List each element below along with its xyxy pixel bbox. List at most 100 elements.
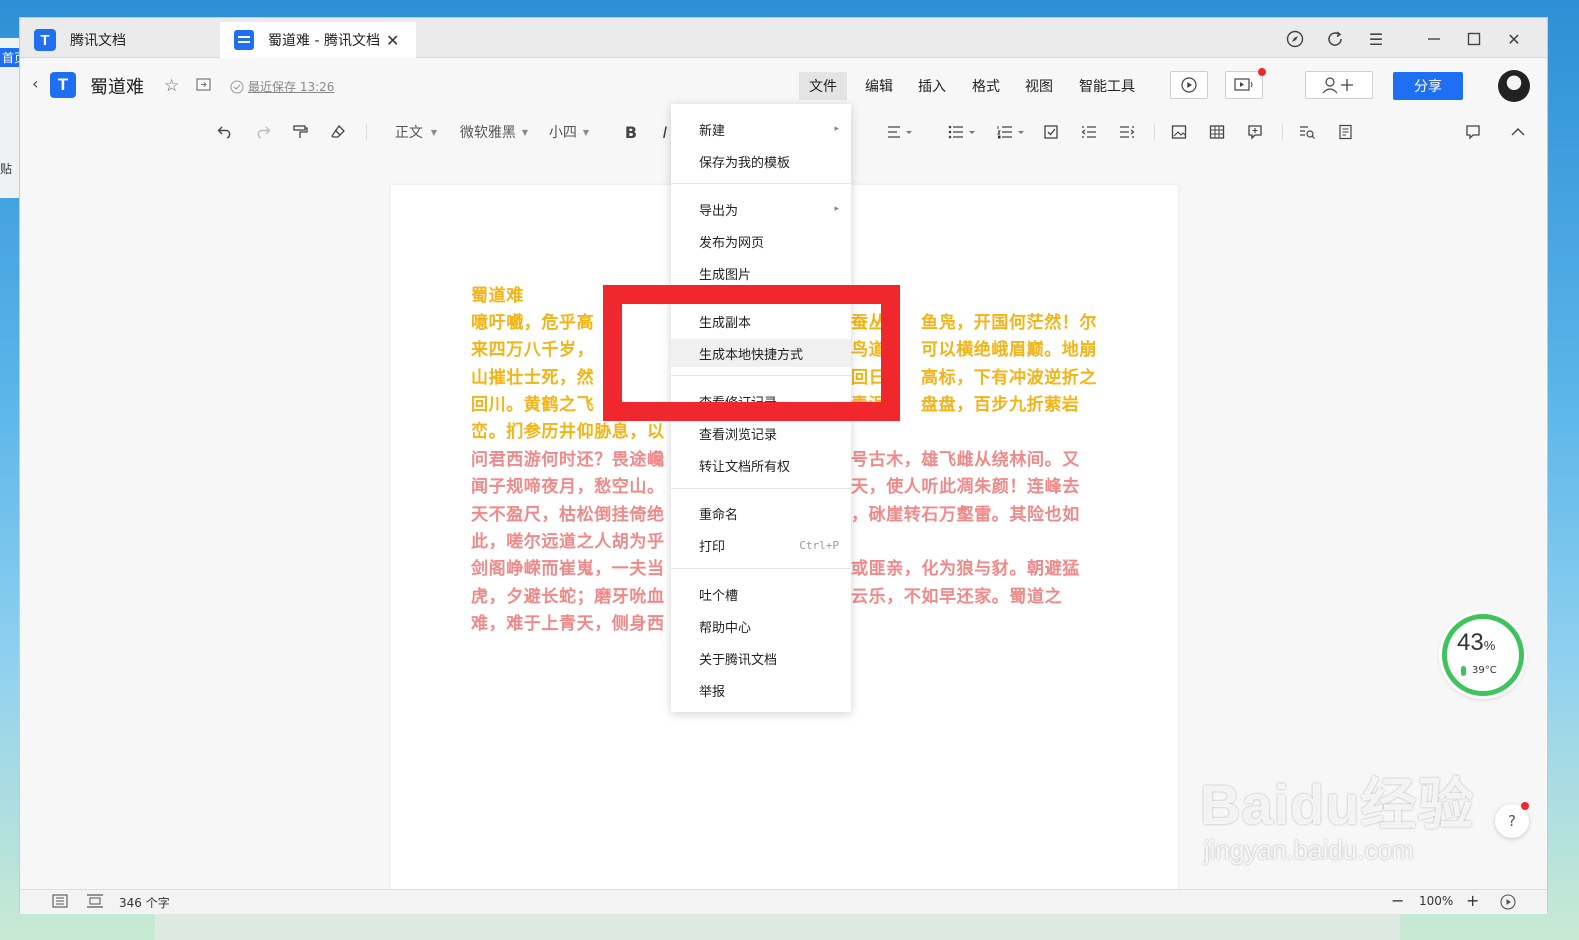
menu-item-save-template[interactable]: 保存为我的模板 (671, 147, 851, 175)
zoom-level[interactable]: 100% (1419, 894, 1453, 908)
redo-icon[interactable] (251, 120, 275, 144)
menu-item-publish-web[interactable]: 发布为网页 (671, 227, 851, 255)
screen-share-icon (1234, 78, 1253, 91)
performance-monitor-widget[interactable]: 43% 39°C (1442, 614, 1524, 696)
save-status-text: 最近保存 13:26 (248, 80, 335, 94)
tab-home-label: 腾讯文档 (70, 33, 126, 49)
zoom-in-button[interactable]: + (1466, 891, 1479, 910)
menu-item-new-label: 新建 (699, 123, 726, 139)
left-app-paste-label: 贴 (0, 162, 13, 176)
poem-line: 峦。扪参历井仰胁息，以 (471, 422, 665, 443)
menu-format[interactable]: 格式 (962, 72, 1010, 100)
zoom-out-button[interactable]: − (1391, 891, 1404, 910)
undo-icon[interactable] (213, 120, 237, 144)
avatar[interactable] (1498, 70, 1530, 102)
menu-item-generate-image[interactable]: 生成图片 (671, 259, 851, 287)
menu-edit[interactable]: 编辑 (855, 72, 903, 100)
refresh-icon[interactable] (1322, 26, 1348, 52)
poem-line-fragment: 号古木，雄飞雌从绕林间。又 (851, 450, 1080, 470)
indent-icon[interactable] (1116, 120, 1138, 144)
align-icon[interactable] (884, 120, 916, 144)
menu-file[interactable]: 文件 (799, 72, 847, 100)
numbered-list-icon[interactable] (995, 120, 1027, 144)
chevron-down-icon: ▼ (430, 127, 438, 137)
screen-share-button[interactable] (1225, 68, 1266, 99)
poem-line: 噫吁嚱，危乎高 (471, 313, 595, 333)
add-collaborator-button[interactable] (1305, 71, 1373, 99)
page-layout-icon[interactable] (86, 894, 104, 908)
back-icon[interactable]: ‹ (32, 74, 38, 93)
thermometer-icon (1461, 665, 1466, 676)
tab-document[interactable]: 蜀道难 - 腾讯文档 ✕ (220, 22, 416, 58)
page-settings-icon[interactable] (1334, 120, 1356, 144)
minimize-icon[interactable] (1421, 26, 1447, 52)
bold-button[interactable]: B (620, 120, 642, 144)
help-button[interactable]: ? (1495, 802, 1529, 838)
menu-item-about[interactable]: 关于腾讯文档 (671, 644, 851, 672)
menu-item-transfer-ownership[interactable]: 转让文档所有权 (671, 451, 851, 479)
maximize-icon[interactable] (1461, 26, 1487, 52)
play-circle-icon[interactable] (1500, 894, 1516, 910)
menu-item-export[interactable]: 导出为 ▸ (671, 195, 851, 223)
menu-item-print[interactable]: 打印 Ctrl+P (671, 531, 851, 559)
present-button[interactable] (1170, 71, 1208, 99)
outdent-icon[interactable] (1078, 120, 1100, 144)
find-replace-icon[interactable] (1296, 120, 1318, 144)
menu-item-feedback[interactable]: 吐个槽 (671, 580, 851, 608)
tab-home[interactable]: T 腾讯文档 (34, 22, 214, 58)
insert-comment-icon[interactable] (1244, 120, 1266, 144)
poem-title: 蜀道难 (471, 286, 524, 306)
poem-line-fragment: ，砯崖转石万壑雷。其险也如 (851, 504, 1080, 525)
menu-item-view-history-label: 查看浏览记录 (699, 427, 778, 443)
status-bar: 346 个字 − 100% + (20, 889, 1547, 914)
poem-line: 此，嗟尔远道之人胡为乎 (471, 531, 665, 552)
menu-item-help-center[interactable]: 帮助中心 (671, 612, 851, 640)
menu-item-transfer-ownership-label: 转让文档所有权 (699, 459, 791, 475)
insert-table-icon[interactable] (1206, 120, 1228, 144)
menu-insert[interactable]: 插入 (908, 72, 956, 100)
menu-item-report-label: 举报 (699, 684, 726, 700)
monitor-percent-value: 43 (1457, 629, 1484, 656)
clear-format-icon[interactable] (326, 120, 350, 144)
bullet-list-icon[interactable] (946, 120, 978, 144)
collapse-toolbar-icon[interactable] (1507, 120, 1529, 144)
comments-panel-icon[interactable] (1462, 120, 1484, 144)
close-window-icon[interactable]: ✕ (1501, 26, 1527, 52)
chevron-right-icon: ▸ (834, 204, 839, 214)
close-tab-icon[interactable]: ✕ (386, 31, 399, 50)
poem-line-fragment: 天，使人听此凋朱颜！连峰去 (851, 477, 1080, 498)
menu-icon[interactable]: ☰ (1363, 26, 1389, 52)
font-family-label: 微软雅黑 (459, 125, 516, 141)
star-icon[interactable]: ☆ (164, 76, 179, 96)
outline-icon[interactable] (52, 894, 68, 908)
menu-item-save-template-label: 保存为我的模板 (699, 155, 791, 171)
menu-item-new[interactable]: 新建 ▸ (671, 115, 851, 143)
highlight-box (603, 285, 900, 421)
italic-button[interactable]: I (658, 120, 672, 144)
font-size-dropdown[interactable]: 小四 ▼ (546, 120, 592, 144)
paragraph-style-dropdown[interactable]: 正文 ▼ (390, 120, 442, 144)
menu-item-view-history[interactable]: 查看浏览记录 (671, 419, 851, 447)
poem-line-fragment: 可以横绝峨眉巅。地崩 (921, 340, 1097, 361)
compass-icon[interactable] (1282, 26, 1308, 52)
menu-divider (671, 183, 851, 184)
menu-item-report[interactable]: 举报 (671, 676, 851, 704)
menu-smart-tools[interactable]: 智能工具 (1069, 72, 1145, 100)
format-painter-icon[interactable] (288, 120, 312, 144)
share-button[interactable]: 分享 (1393, 72, 1463, 100)
chevron-down-icon: ▼ (521, 127, 529, 137)
insert-image-icon[interactable] (1168, 120, 1190, 144)
font-family-dropdown[interactable]: 微软雅黑 ▼ (457, 120, 531, 144)
tab-document-label: 蜀道难 - 腾讯文档 (268, 33, 380, 49)
poem-line: 虎，夕避长蛇；磨牙吮血 (471, 586, 665, 607)
tab-bar: T 腾讯文档 蜀道难 - 腾讯文档 ✕ ☰ ✕ (20, 18, 1547, 58)
menu-divider (671, 488, 851, 489)
move-folder-icon[interactable] (196, 78, 211, 91)
paragraph-style-label: 正文 (394, 125, 423, 141)
doc-title[interactable]: 蜀道难 (90, 72, 144, 100)
checklist-icon[interactable] (1040, 120, 1062, 144)
menu-view[interactable]: 视图 (1015, 72, 1063, 100)
menu-item-rename[interactable]: 重命名 (671, 499, 851, 527)
poem-line: 来四万八千岁， (471, 340, 595, 361)
tencent-docs-logo-icon: T (34, 29, 56, 51)
